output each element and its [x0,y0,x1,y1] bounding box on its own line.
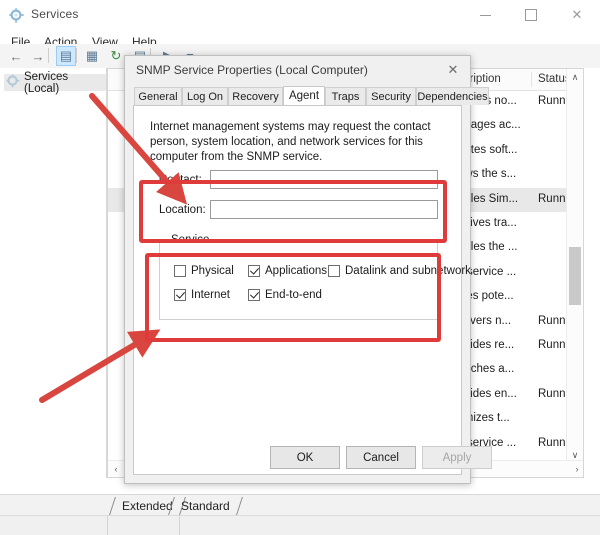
checkbox-box[interactable] [248,289,260,301]
agent-intro-text: Internet management systems may request … [150,121,431,163]
vertical-scroll-thumb[interactable] [569,247,581,305]
view-tab-strip: Extended Standard [0,494,600,516]
dialog-title: SNMP Service Properties (Local Computer) [136,63,368,77]
tab-slash [109,497,116,515]
column-separator [531,72,532,87]
services-gear-icon [9,8,24,23]
tab-dependencies[interactable]: Dependencies [416,87,489,105]
view-tab-extended[interactable]: Extended [109,497,186,515]
service-group-title: Service [168,234,213,246]
maximize-button[interactable] [508,0,554,30]
apply-button: Apply [422,446,492,469]
checkbox-label: Datalink and subnetwork [345,265,471,277]
checkbox-label: Applications [265,265,328,277]
checkbox-box[interactable] [174,265,186,277]
tab-log-on[interactable]: Log On [182,87,228,105]
checkbox-applications[interactable]: Applications [248,265,327,277]
scroll-up-icon[interactable]: ∧ [567,69,583,85]
tab-recovery[interactable]: Recovery [228,87,283,105]
vertical-scrollbar[interactable]: ∧ ∨ [566,69,583,463]
checkbox-internet[interactable]: Internet [174,289,230,301]
console-tree-pane: Services (Local) [0,68,107,478]
checkbox-box[interactable] [328,265,340,277]
view-tab-standard[interactable]: Standard [168,497,243,515]
back-arrow-icon[interactable]: ← [6,46,26,66]
checkbox-datalink-and-subnetwork[interactable]: Datalink and subnetwork [328,265,471,277]
services-gear-icon [6,74,20,91]
location-input[interactable] [210,200,438,219]
tab-slash [235,497,243,515]
agent-tab-panel: Internet management systems may request … [133,105,492,475]
cancel-button[interactable]: Cancel [346,446,416,469]
status-cell [107,516,180,535]
sidebar-item-services-local[interactable]: Services (Local) [4,71,106,95]
minimize-button[interactable] [462,0,508,30]
toolbar-separator [76,48,77,63]
location-label: Location: [159,204,206,216]
title-bar: Services ✕ [0,0,600,32]
dialog-close-icon[interactable]: ✕ [440,60,466,80]
show-hide-tree-icon[interactable]: ▤ [56,46,76,66]
tab-general[interactable]: General [134,87,182,105]
checkbox-label: Internet [191,289,230,301]
checkbox-physical[interactable]: Physical [174,265,234,277]
properties-icon[interactable]: ▦ [82,46,102,66]
service-group-box: Service Physical Applications Datalink and… [159,234,471,320]
contact-label: Contact: [159,174,202,186]
checkbox-box[interactable] [248,265,260,277]
checkbox-label: End-to-end [265,289,322,301]
ok-button[interactable]: OK [270,446,340,469]
forward-arrow-icon[interactable]: → [28,46,48,66]
dialog-tab-strip: General Log On Recovery Agent Traps Security D… [133,86,489,105]
services-window: Services ✕ FileActionViewHelp ←→▤▦↻▤▶■ [0,0,600,535]
tab-agent[interactable]: Agent [283,86,325,105]
close-button[interactable]: ✕ [554,0,600,30]
refresh-icon[interactable]: ↻ [106,46,126,66]
toolbar-separator [48,48,49,63]
checkbox-label: Physical [191,265,234,277]
status-bar [0,515,600,535]
tab-traps[interactable]: Traps [325,87,366,105]
checkbox-end-to-end[interactable]: End-to-end [248,289,322,301]
dialog-body: General Log On Recovery Agent Traps Security D… [133,86,492,475]
tab-security[interactable]: Security [366,87,416,105]
scroll-right-icon[interactable]: › [569,461,583,477]
scroll-left-icon[interactable]: ‹ [108,461,124,477]
contact-input[interactable] [210,170,438,189]
status-cell [0,516,108,535]
sidebar-item-label: Services (Local) [24,70,69,95]
window-title: Services [31,7,79,21]
checkbox-box[interactable] [174,289,186,301]
snmp-properties-dialog[interactable]: SNMP Service Properties (Local Computer)… [124,55,492,484]
